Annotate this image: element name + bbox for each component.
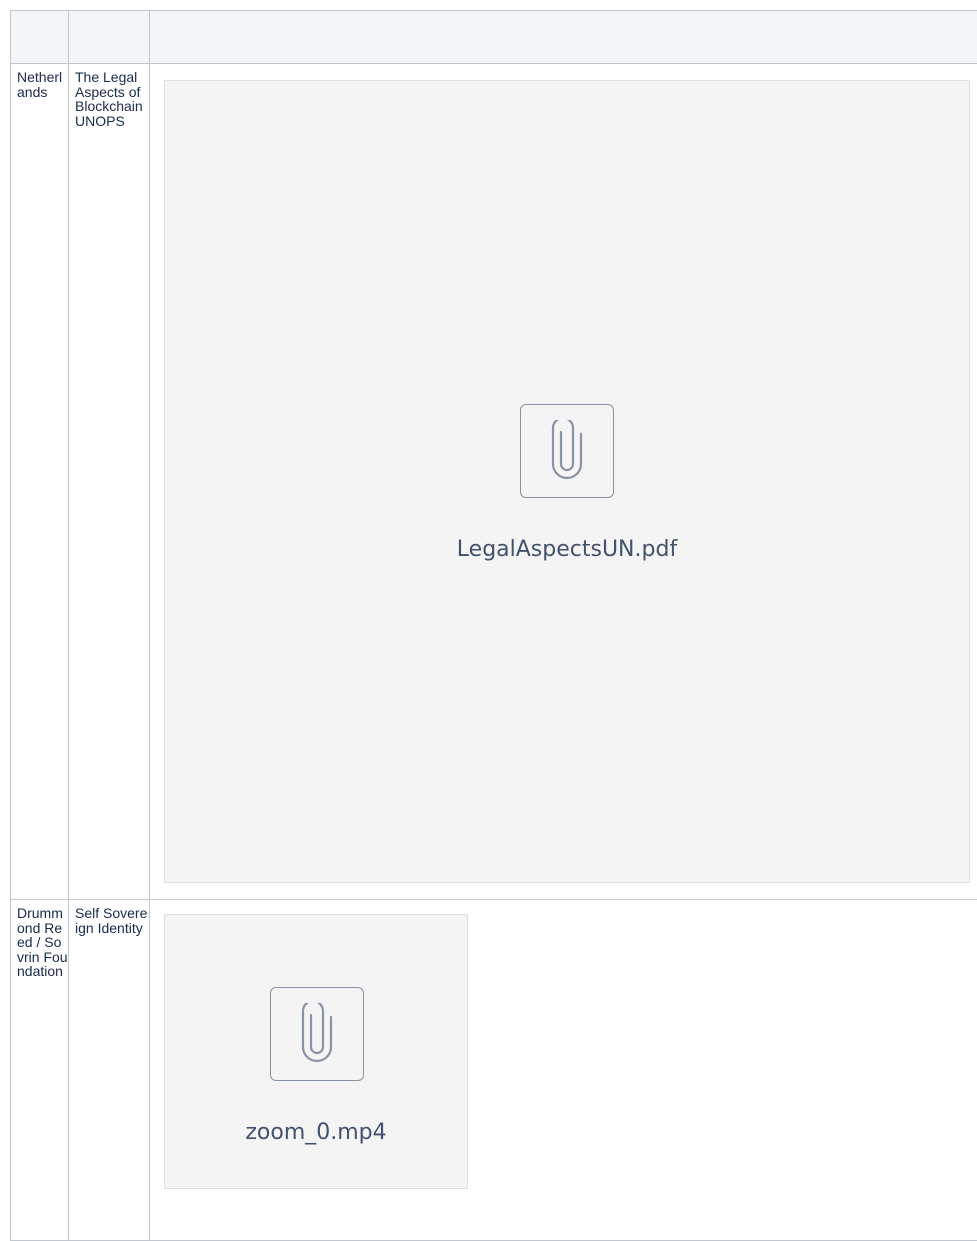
table-header-row [11,11,977,64]
paperclip-icon [520,404,614,498]
attachment-embed[interactable]: LegalAspectsUN.pdf [164,80,970,883]
documents-table: Netherlands The Legal Aspects of Blockch… [10,10,977,1241]
header-cell-2 [69,11,150,64]
attachment-cell: zoom_0.mp4 [150,900,977,1241]
title-cell: The Legal Aspects of Blockchain UNOPS [69,64,150,900]
table-row: Drummond Reed / Sovrin Foundation Self S… [11,900,977,1241]
attachment-cell: LegalAspectsUN.pdf [150,64,977,900]
country-text: Netherlands [11,64,68,99]
attachment-filename[interactable]: LegalAspectsUN.pdf [165,543,969,558]
country-text: Drummond Reed / Sovrin Foundation [11,900,68,979]
table-row: Netherlands The Legal Aspects of Blockch… [11,64,977,900]
title-cell: Self Sovereign Identity [69,900,150,1241]
paperclip-icon [270,987,364,1081]
country-cell: Netherlands [11,64,69,900]
title-text: Self Sovereign Identity [69,900,149,935]
attachment-filename[interactable]: zoom_0.mp4 [165,1126,467,1141]
attachment-embed[interactable]: zoom_0.mp4 [164,914,468,1189]
header-cell-3 [150,11,977,64]
country-cell: Drummond Reed / Sovrin Foundation [11,900,69,1241]
title-text: The Legal Aspects of Blockchain UNOPS [69,64,149,128]
header-cell-1 [11,11,69,64]
